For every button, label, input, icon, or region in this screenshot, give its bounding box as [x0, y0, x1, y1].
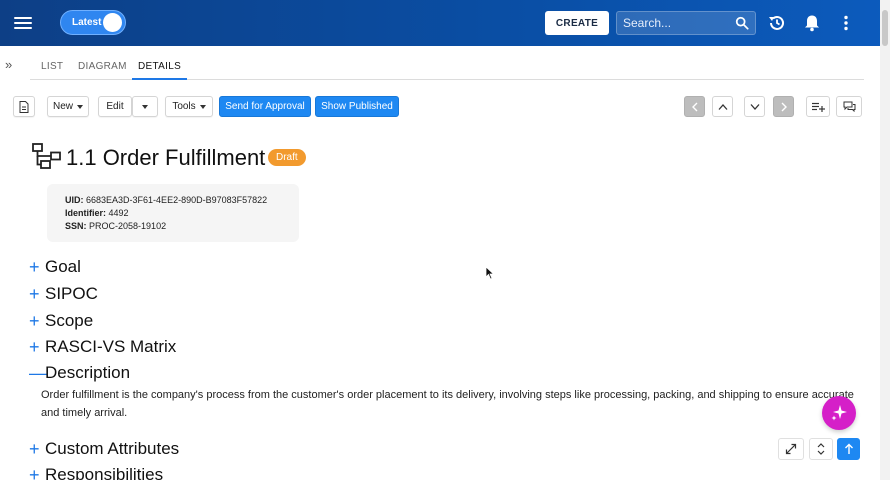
history-icon[interactable] — [767, 13, 787, 33]
section-rasci-vs-matrix[interactable]: + RASCI-VS Matrix — [29, 336, 176, 358]
add-to-list-button[interactable] — [806, 96, 830, 117]
identity-info-card: UID: 6683EA3D-3F61-4EE2-890D-B97083F5782… — [47, 184, 299, 242]
identifier-value: 4492 — [108, 208, 129, 218]
section-title: Custom Attributes — [45, 439, 180, 458]
caret-down-icon — [199, 104, 206, 109]
mouse-cursor-icon — [485, 266, 495, 280]
export-document-button[interactable] — [13, 96, 35, 117]
ai-assistant-button[interactable] — [822, 396, 856, 430]
bell-icon[interactable] — [802, 13, 822, 33]
ssn-value: PROC-2058-19102 — [89, 221, 167, 231]
previous-item-button[interactable] — [712, 96, 733, 117]
ssn-label: SSN: — [65, 221, 87, 231]
page-scrollbar[interactable] — [880, 0, 890, 480]
section-title: Description — [45, 363, 131, 382]
caret-down-icon — [77, 104, 83, 109]
uid-row: UID: 6683EA3D-3F61-4EE2-890D-B97083F5782… — [65, 194, 299, 207]
section-title: RASCI-VS Matrix — [45, 337, 177, 356]
expand-plus-icon: + — [29, 311, 40, 331]
edit-button[interactable]: Edit — [98, 96, 132, 117]
section-custom-attributes[interactable]: + Custom Attributes — [29, 438, 179, 460]
identifier-row: Identifier: 4492 — [65, 207, 299, 220]
first-item-button[interactable] — [684, 96, 705, 117]
edit-label: Edit — [106, 101, 124, 112]
version-toggle[interactable]: Latest — [60, 10, 126, 35]
tab-diagram[interactable]: DIAGRAM — [78, 52, 127, 80]
collapse-expand-all-button[interactable] — [809, 438, 833, 460]
chevron-up-icon — [718, 103, 727, 110]
chevron-down-icon — [750, 103, 759, 110]
send-for-approval-button[interactable]: Send for Approval — [219, 96, 311, 117]
expand-plus-icon: + — [29, 257, 40, 277]
tools-dropdown-button[interactable]: Tools — [165, 96, 213, 117]
section-description[interactable]: — Description — [29, 362, 130, 384]
edit-options-button[interactable] — [132, 96, 158, 117]
expand-plus-icon: + — [29, 284, 40, 304]
section-title: Responsibilities — [45, 465, 164, 480]
more-vert-icon[interactable] — [836, 13, 856, 33]
scroll-to-top-button[interactable] — [837, 438, 860, 460]
ssn-row: SSN: PROC-2058-19102 — [65, 220, 299, 233]
scroll-thumb[interactable] — [882, 10, 888, 46]
section-goal[interactable]: + Goal — [29, 256, 81, 278]
tools-label: Tools — [172, 101, 196, 112]
chevron-left-icon — [691, 102, 697, 111]
uid-label: UID: — [65, 195, 84, 205]
caret-down-icon — [142, 104, 148, 109]
tab-list[interactable]: LIST — [41, 52, 63, 80]
page-title: 1.1 Order Fulfillment — [66, 145, 266, 170]
process-hierarchy-icon — [32, 143, 61, 169]
last-item-button[interactable] — [773, 96, 794, 117]
expand-plus-icon: + — [29, 439, 40, 459]
fullscreen-button[interactable] — [778, 438, 804, 460]
uid-value: 6683EA3D-3F61-4EE2-890D-B97083F57822 — [86, 195, 268, 205]
view-tabs: LIST DIAGRAM DETAILS — [30, 52, 864, 80]
sparkle-icon — [831, 405, 847, 421]
section-title: Goal — [45, 257, 81, 276]
expand-plus-icon: + — [29, 465, 40, 480]
toggle-knob — [103, 13, 122, 32]
expand-plus-icon: + — [29, 337, 40, 357]
playlist-add-icon — [811, 102, 825, 112]
description-text: Order fulfillment is the company's proce… — [41, 389, 854, 419]
expand-icon — [785, 443, 797, 455]
document-icon — [19, 100, 29, 113]
search-icon[interactable] — [735, 16, 749, 30]
identifier-label: Identifier: — [65, 208, 107, 218]
comments-icon — [843, 101, 855, 112]
search-box — [616, 11, 756, 35]
section-sipoc[interactable]: + SIPOC — [29, 283, 98, 305]
comments-button[interactable] — [836, 96, 862, 117]
new-dropdown-button[interactable]: New — [47, 96, 89, 117]
collapse-minus-icon: — — [29, 363, 47, 383]
search-input[interactable] — [617, 12, 731, 34]
arrow-up-icon — [844, 443, 853, 454]
next-item-button[interactable] — [744, 96, 765, 117]
top-app-bar: Latest CREATE — [0, 0, 890, 46]
menu-icon[interactable] — [14, 14, 32, 32]
create-button[interactable]: CREATE — [545, 11, 609, 35]
section-title: SIPOC — [45, 284, 98, 303]
status-badge: Draft — [268, 149, 306, 166]
chevron-right-icon — [781, 102, 787, 111]
section-scope[interactable]: + Scope — [29, 310, 93, 332]
toggle-label: Latest — [72, 17, 102, 28]
show-published-button[interactable]: Show Published — [315, 96, 399, 117]
section-title: Scope — [45, 311, 94, 330]
expand-panel-icon[interactable]: » — [5, 57, 12, 72]
section-responsibilities[interactable]: + Responsibilities — [29, 464, 163, 480]
unfold-icon — [817, 443, 825, 455]
new-label: New — [52, 101, 73, 112]
tab-details[interactable]: DETAILS — [132, 52, 188, 80]
